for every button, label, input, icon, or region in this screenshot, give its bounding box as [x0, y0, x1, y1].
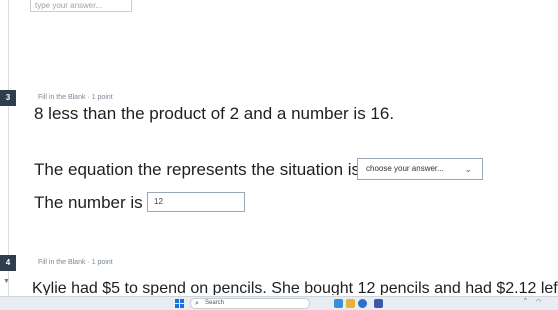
- network-icon[interactable]: ◠: [536, 298, 541, 305]
- taskbar-search-input[interactable]: ⌕ Search: [190, 298, 310, 309]
- search-icon: ⌕: [195, 300, 199, 307]
- equation-dropdown-value: choose your answer...: [366, 164, 444, 173]
- tray-chevron-icon[interactable]: ^: [524, 298, 527, 304]
- windows-start-icon[interactable]: [175, 299, 185, 309]
- previous-answer-field[interactable]: type your answer...: [30, 0, 132, 12]
- number-label: The number is: [34, 193, 143, 212]
- question-type: Fill in the Blank: [38, 94, 86, 101]
- search-placeholder: Search: [205, 300, 225, 306]
- taskbar-app-icon[interactable]: [334, 299, 343, 308]
- question-prompt: Kylie had $5 to spend on pencils. She bo…: [32, 280, 558, 295]
- question-number-badge: 4: [0, 255, 16, 271]
- equation-dropdown[interactable]: choose your answer... ⌄: [357, 158, 483, 180]
- taskbar-app-icon[interactable]: [374, 299, 383, 308]
- question-points: 1 point: [91, 94, 113, 101]
- question-prompt: 8 less than the product of 2 and a numbe…: [34, 104, 395, 123]
- question-type-label: Fill in the Blank · 1 point: [38, 259, 113, 266]
- question-type: Fill in the Blank: [38, 259, 86, 266]
- number-answer-input[interactable]: 12: [147, 192, 245, 212]
- equation-label: The equation the represents the situatio…: [34, 160, 365, 179]
- question-type-label: Fill in the Blank · 1 point: [38, 94, 113, 101]
- browser-icon[interactable]: [358, 299, 367, 308]
- file-explorer-icon[interactable]: [346, 299, 355, 308]
- collapse-caret-icon[interactable]: ▼: [3, 278, 10, 285]
- question-number-badge: 3: [0, 90, 16, 106]
- question-points: 1 point: [91, 259, 113, 266]
- chevron-down-icon: ⌄: [464, 164, 472, 174]
- taskbar: ⌕ Search ^ ◠: [0, 296, 558, 310]
